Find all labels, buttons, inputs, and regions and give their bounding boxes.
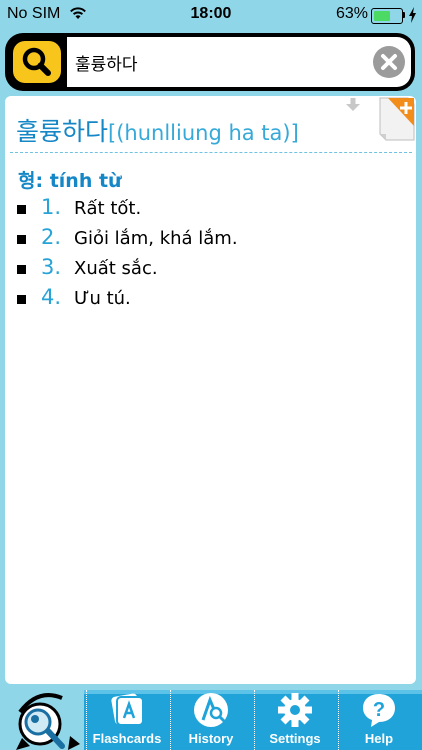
battery-percent: 63% — [336, 5, 369, 22]
tab-label: Flashcards — [92, 731, 162, 746]
add-flashcard-button[interactable] — [378, 96, 416, 142]
definition-text: Xuất sắc. — [74, 258, 158, 279]
clear-search-button[interactable] — [373, 46, 405, 78]
mascot-logo — [16, 693, 80, 750]
bullet — [17, 235, 26, 244]
battery-icon — [371, 8, 403, 24]
definition-text: Ưu tú. — [74, 288, 131, 309]
definition-text: Rất tốt. — [74, 198, 142, 219]
help-icon: ? — [363, 694, 395, 727]
battery-fill — [374, 11, 391, 21]
definition-number: 4. — [41, 285, 62, 309]
search-button[interactable] — [13, 41, 61, 83]
divider — [10, 152, 412, 153]
battery-tip — [403, 12, 405, 18]
charging-icon — [409, 7, 416, 23]
tab-history[interactable]: History — [170, 690, 251, 750]
search-input[interactable] — [75, 37, 365, 87]
status-bar: No SIM 18:00 63% — [0, 0, 422, 30]
tab-label: History — [188, 731, 234, 746]
close-icon — [381, 54, 397, 70]
definition-number: 3. — [41, 255, 62, 279]
definition-text: Giỏi lắm, khá lắm. — [74, 228, 238, 249]
part-of-speech: 형: tính từ — [18, 170, 122, 192]
definition-number: 2. — [41, 225, 62, 249]
pronunciation: [(hunlliung ha ta)] — [108, 121, 299, 145]
tab-settings[interactable]: Settings — [254, 690, 335, 750]
tab-label: Help — [364, 731, 394, 746]
headword-line: 훌륭하다[(hunlliung ha ta)] — [16, 112, 299, 148]
search-icon — [22, 47, 51, 76]
history-icon — [194, 693, 228, 727]
search-field — [67, 37, 411, 87]
tab-label: Settings — [269, 731, 321, 746]
gear-icon — [278, 693, 312, 727]
entry-card: 훌륭하다[(hunlliung ha ta)] 형: tính từ 1. Rất… — [5, 96, 416, 684]
bullet — [17, 205, 26, 214]
tab-help[interactable]: ? Help — [338, 690, 419, 750]
tab-flashcards[interactable]: Flashcards — [86, 690, 167, 750]
search-bar — [5, 33, 415, 91]
down-arrow-icon[interactable] — [346, 98, 360, 112]
definition-number: 1. — [41, 195, 62, 219]
bullet — [17, 295, 26, 304]
svg-text:?: ? — [373, 699, 385, 721]
flashcards-icon — [111, 693, 144, 726]
headword: 훌륭하다 — [16, 117, 109, 146]
bullet — [17, 265, 26, 274]
